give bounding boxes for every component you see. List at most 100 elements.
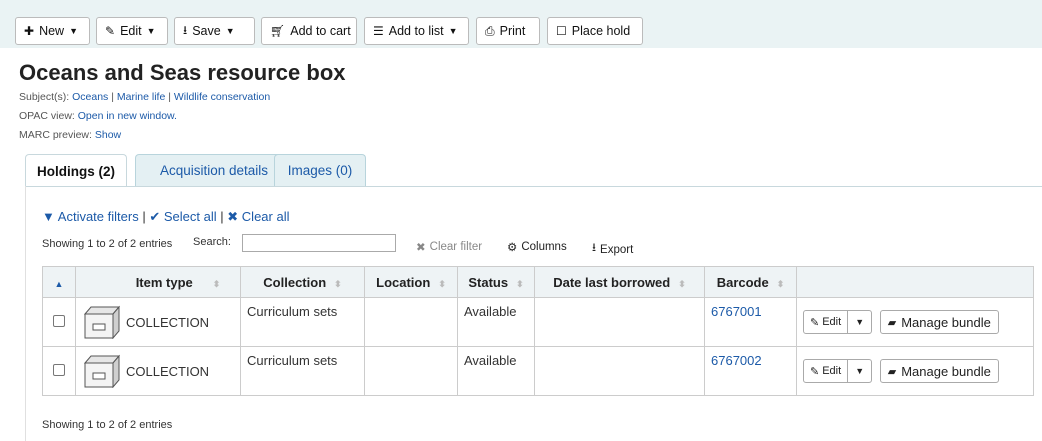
item-type-cell: COLLECTION xyxy=(75,346,241,396)
actions-cell: ✎ Edit ▼ ▰ Manage bundle xyxy=(796,346,1034,396)
select-all-link[interactable]: Select all xyxy=(164,209,217,224)
item-edit-dropdown-toggle[interactable]: ▼ xyxy=(848,310,873,334)
edit-menu-button[interactable]: ✎ Edit ▼ xyxy=(96,17,168,45)
sort-icon: ▲ xyxy=(54,278,64,289)
folder-icon: ▰ xyxy=(887,316,897,329)
row-checkbox[interactable] xyxy=(53,314,65,327)
location-cell xyxy=(364,346,458,396)
barcode-header[interactable]: Barcode ⬍ xyxy=(704,266,797,298)
date-last-borrowed-header[interactable]: Date last borrowed ⬍ xyxy=(534,266,705,298)
item-type-label: COLLECTION xyxy=(126,363,210,379)
print-button[interactable]: ⎙ Print xyxy=(476,17,540,45)
clear-filter-label: Clear filter xyxy=(429,241,483,253)
actions-header xyxy=(796,266,1034,298)
collection-header[interactable]: Collection ⬍ xyxy=(240,266,365,298)
add-to-cart-button[interactable]: 🛒︎ Add to cart xyxy=(261,17,357,45)
showing-entries-bottom: Showing 1 to 2 of 2 entries xyxy=(42,419,173,431)
item-edit-button[interactable]: ✎ Edit xyxy=(803,359,849,383)
folder-icon: ▰ xyxy=(887,365,897,378)
sort-icon: ⬍ xyxy=(438,278,446,289)
subject-link-oceans[interactable]: Oceans xyxy=(72,91,108,103)
item-edit-dropdown-toggle[interactable]: ▼ xyxy=(848,359,873,383)
holdings-table: ▲ Item type ⬍ Collection ⬍ Location ⬍ Statu… xyxy=(42,266,1034,396)
manage-bundle-button[interactable]: ▰ Manage bundle xyxy=(879,310,999,334)
export-label: Export xyxy=(600,243,634,256)
filter-icon: ▼ xyxy=(42,209,55,224)
sort-icon: ⬍ xyxy=(678,278,686,289)
table-row: COLLECTION Curriculum sets Available 676… xyxy=(42,346,1034,396)
row-select-cell xyxy=(42,297,76,347)
save-button[interactable]: ⭳ Save ▼ xyxy=(174,17,255,45)
date-last-borrowed-cell xyxy=(534,346,705,396)
activate-filters-link[interactable]: Activate filters xyxy=(58,209,139,224)
box-icon xyxy=(83,305,121,339)
new-label: New xyxy=(39,24,65,38)
tab-holdings[interactable]: Holdings (2) xyxy=(25,154,127,187)
tab-acquisition-details[interactable]: Acquisition details xyxy=(135,154,293,186)
tab-images[interactable]: Images (0) xyxy=(274,154,366,186)
search-input[interactable] xyxy=(242,234,396,252)
clear-all-link[interactable]: Clear all xyxy=(242,209,290,224)
status-header[interactable]: Status ⬍ xyxy=(457,266,535,298)
row-select-cell xyxy=(42,346,76,396)
showing-entries-top: Showing 1 to 2 of 2 entries xyxy=(42,238,173,250)
gear-icon: ⚙ xyxy=(507,242,518,254)
clear-filter-button[interactable]: ✖ Clear filter xyxy=(416,240,482,254)
columns-button[interactable]: ⚙ Columns xyxy=(507,240,567,254)
actions-cell: ✎ Edit ▼ ▰ Manage bundle xyxy=(796,297,1034,347)
barcode-link[interactable]: 6767001 xyxy=(711,304,762,319)
check-icon: ✔ xyxy=(149,209,161,224)
item-edit-label: Edit xyxy=(822,365,842,377)
download-icon: ⭳ xyxy=(183,22,188,37)
row-checkbox[interactable] xyxy=(53,363,65,376)
times-icon: ✖ xyxy=(227,209,239,224)
manage-bundle-button[interactable]: ▰ Manage bundle xyxy=(879,359,999,383)
print-label: Print xyxy=(499,24,526,38)
sort-icon: ⬍ xyxy=(776,278,785,289)
select-column-header[interactable]: ▲ xyxy=(42,266,76,298)
item-type-cell: COLLECTION xyxy=(75,297,241,347)
subjects-label: Subject(s): xyxy=(19,91,70,103)
add-to-cart-label: Add to cart xyxy=(290,24,351,38)
separator: | xyxy=(142,209,146,224)
table-header-row: ▲ Item type ⬍ Collection ⬍ Location ⬍ Statu… xyxy=(42,266,1034,298)
times-icon: ✖ xyxy=(416,242,426,254)
place-hold-button[interactable]: ☐ Place hold xyxy=(547,17,643,45)
barcode-link[interactable]: 6767002 xyxy=(711,353,762,368)
sort-icon: ⬍ xyxy=(334,278,342,289)
caret-down-icon: ▼ xyxy=(855,317,865,327)
box-icon xyxy=(83,354,121,388)
marc-preview-link[interactable]: Show xyxy=(95,129,121,141)
pencil-icon: ✎ xyxy=(105,24,116,38)
opac-link[interactable]: Open in new window. xyxy=(78,110,177,122)
table-row: COLLECTION Curriculum sets Available 676… xyxy=(42,297,1034,347)
caret-down-icon: ▼ xyxy=(225,26,235,36)
edit-label: Edit xyxy=(120,24,142,38)
caret-down-icon: ▼ xyxy=(855,366,865,376)
toolbar: ✚ New ▼ ✎ Edit ▼ ⭳ Save ▼ 🛒︎ Add to cart… xyxy=(0,0,1042,48)
barcode-cell: 6767002 xyxy=(704,346,797,396)
item-type-header[interactable]: Item type ⬍ xyxy=(75,266,241,298)
subject-link-wildlife-conservation[interactable]: Wildlife conservation xyxy=(174,91,270,103)
holdings-actions: ▼ Activate filters | ✔ Select all | ✖ Cl… xyxy=(42,209,289,225)
tab-divider xyxy=(25,186,1042,187)
square-icon: ☐ xyxy=(556,24,567,38)
search-label: Search: xyxy=(193,236,231,248)
subject-link-marine-life[interactable]: Marine life xyxy=(117,91,165,103)
collection-header-label: Collection xyxy=(263,274,327,290)
edit-split-button: ✎ Edit ▼ xyxy=(803,310,873,334)
save-label: Save xyxy=(192,24,221,38)
opac-label: OPAC view: xyxy=(19,110,75,122)
caret-down-icon: ▼ xyxy=(448,26,458,36)
download-icon: ⭳ xyxy=(592,242,597,254)
location-header[interactable]: Location ⬍ xyxy=(364,266,458,298)
export-button[interactable]: ⭳ Export xyxy=(592,240,633,259)
item-edit-label: Edit xyxy=(822,316,842,328)
sort-icon: ⬍ xyxy=(212,278,221,289)
item-edit-button[interactable]: ✎ Edit xyxy=(803,310,849,334)
list-icon: ☰ xyxy=(373,24,384,38)
new-button[interactable]: ✚ New ▼ xyxy=(15,17,90,45)
add-to-list-button[interactable]: ☰ Add to list ▼ xyxy=(364,17,469,45)
manage-bundle-label: Manage bundle xyxy=(901,314,991,330)
opac-line: OPAC view: Open in new window. xyxy=(19,110,177,122)
